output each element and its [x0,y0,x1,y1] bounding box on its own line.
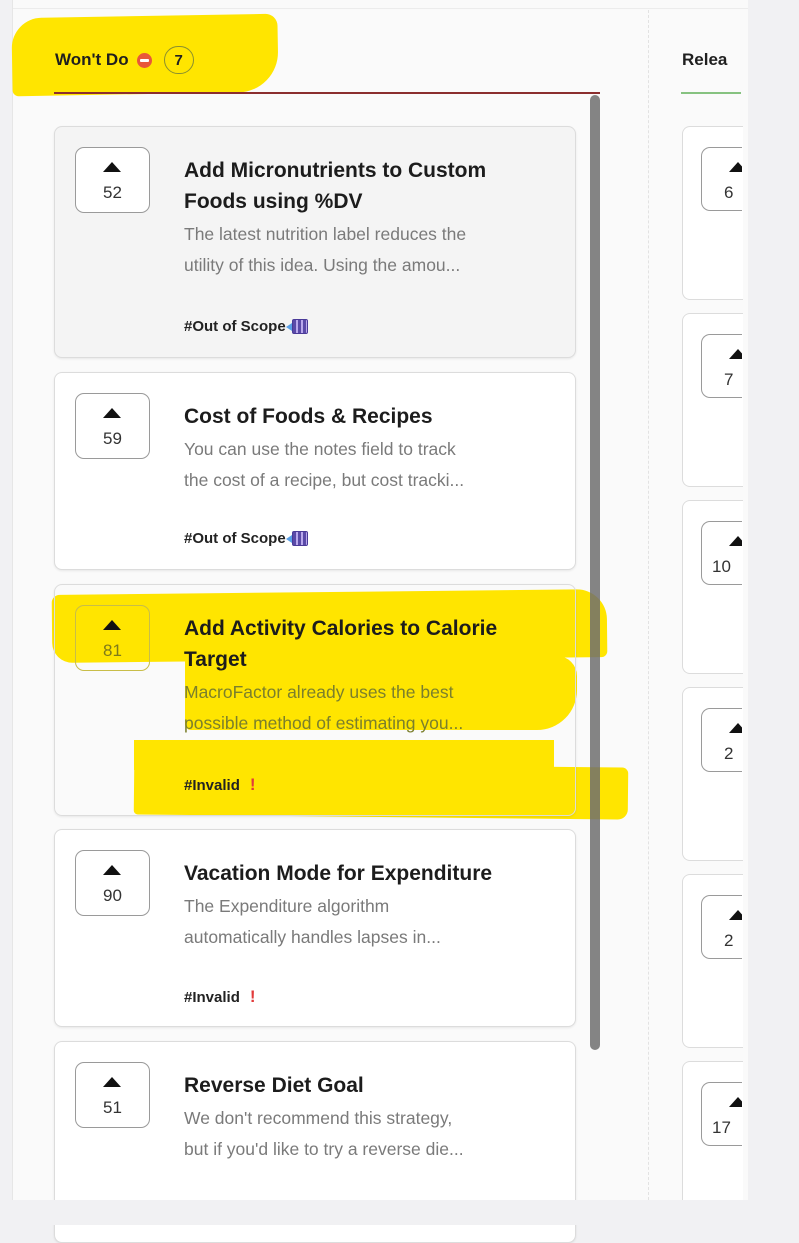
upvote-arrow-icon [729,162,742,172]
tag-label: #Invalid [184,988,240,1006]
exclamation-icon: ! [249,775,256,794]
upvote-button[interactable]: 7 [701,334,742,398]
card-title[interactable]: Cost of Foods & Recipes [184,401,554,432]
vote-count: 6 [724,183,734,202]
count-badge: 7 [163,46,194,74]
upvote-button[interactable]: 90 [75,850,150,916]
vote-count: 10 [712,557,731,576]
upvote-arrow-icon [729,536,742,546]
idea-card[interactable]: 90 Vacation Mode for Expenditure The Exp… [54,829,576,1027]
next-column-card[interactable]: 17 [682,1061,743,1213]
description-line: MacroFactor already uses the best [184,682,454,702]
upvote-arrow-icon [103,162,121,172]
upvote-button[interactable]: 81 [75,605,150,671]
calculator-icon [285,531,308,546]
idea-card[interactable]: 81 Add Activity Calories to Calorie Targ… [54,584,576,816]
page-footer-gap [0,1200,799,1225]
vote-count: 2 [724,744,734,763]
vote-count: 90 [103,886,122,905]
description-line: The Expenditure algorithm [184,896,390,916]
upvote-arrow-icon [729,1097,742,1107]
description-line: automatically handles lapses in... [184,927,441,947]
upvote-button[interactable]: 2 [701,708,742,772]
vote-count: 51 [103,1098,122,1117]
next-column-card[interactable]: 2 [682,687,743,861]
card-description: The Expenditure algorithm automatically … [184,891,554,953]
card-title[interactable]: Vacation Mode for Expenditure [184,858,554,889]
card-title[interactable]: Add Micronutrients to Custom Foods using… [184,155,554,217]
idea-card[interactable]: 59 Cost of Foods & Recipes You can use t… [54,372,576,570]
next-column-card[interactable]: 7 [682,313,743,487]
description-line: the cost of a recipe, but cost tracki... [184,470,465,490]
tag-label: #Out of Scope [184,318,286,335]
card-description: The latest nutrition label reduces the u… [184,219,554,281]
vote-count: 2 [724,931,734,950]
description-line: The latest nutrition label reduces the [184,224,467,244]
vote-count: 59 [103,429,122,448]
card-tag[interactable]: #Out of Scope [184,318,308,335]
upvote-button[interactable]: 6 [701,147,742,211]
upvote-button[interactable]: 52 [75,147,150,213]
exclamation-icon: ! [249,987,256,1006]
card-tag[interactable]: #Invalid ! [184,775,256,795]
card-description: MacroFactor already uses the best possib… [184,677,554,739]
upvote-button[interactable]: 51 [75,1062,150,1128]
upvote-arrow-icon [103,408,121,418]
description-line: We don't recommend this strategy, [184,1108,453,1128]
card-title[interactable]: Add Activity Calories to Calorie Target [184,613,554,675]
column-title: Won't Do [55,50,129,69]
card-tag[interactable]: #Invalid ! [184,987,256,1007]
tag-label: #Invalid [184,776,240,794]
upvote-arrow-icon [729,910,742,920]
description-line: but if you'd like to try a reverse die..… [184,1139,464,1159]
vote-count: 7 [724,370,734,389]
column-separator [648,10,649,1200]
stop-icon [136,52,152,68]
card-description: You can use the notes field to track the… [184,434,554,496]
card-description: We don't recommend this strategy, but if… [184,1103,554,1165]
upvote-arrow-icon [103,865,121,875]
column-accent-line [54,92,600,94]
top-divider [13,8,748,9]
upvote-button[interactable]: 17 [701,1082,742,1146]
idea-card[interactable]: 52 Add Micronutrients to Custom Foods us… [54,126,576,358]
upvote-arrow-icon [729,349,742,359]
next-column-card[interactable]: 2 [682,874,743,1048]
vote-count: 17 [712,1118,731,1137]
column-header[interactable]: Won't Do 7 [55,46,194,74]
upvote-button[interactable]: 10 [701,521,742,585]
card-title[interactable]: Reverse Diet Goal [184,1070,554,1101]
description-line: utility of this idea. Using the amou... [184,255,461,275]
card-tag[interactable]: #Out of Scope [184,530,308,547]
vote-count: 81 [103,641,122,660]
upvote-button[interactable]: 2 [701,895,742,959]
description-line: You can use the notes field to track [184,439,456,459]
next-column-card[interactable]: 6 [682,126,743,300]
scrollbar-thumb[interactable] [590,95,600,1050]
next-column-accent-line [681,92,741,94]
upvote-arrow-icon [729,723,742,733]
upvote-button[interactable]: 59 [75,393,150,459]
upvote-arrow-icon [103,620,121,630]
calculator-icon [285,319,308,334]
next-column-card[interactable]: 10 [682,500,743,674]
description-line: possible method of estimating you... [184,713,464,733]
upvote-arrow-icon [103,1077,121,1087]
vote-count: 52 [103,183,122,202]
next-column-title[interactable]: Relea [682,50,727,70]
tag-label: #Out of Scope [184,530,286,547]
